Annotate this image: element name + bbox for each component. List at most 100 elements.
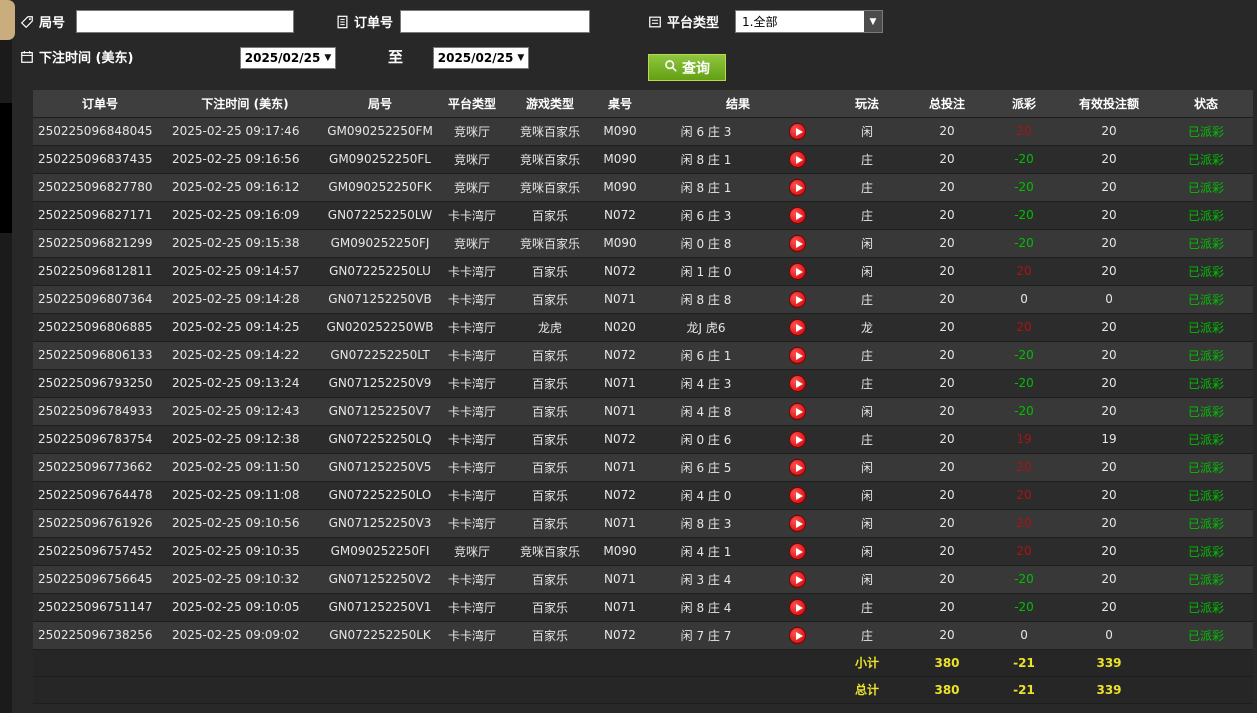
result-cell: 闲 3 庄 4 xyxy=(647,565,765,594)
bet-type-cell: 闲 xyxy=(829,537,906,566)
subtotal-valid-bet: 339 xyxy=(1059,649,1160,677)
platform-cell: 卡卡湾厅 xyxy=(437,285,507,314)
round-number-cell: GM090252250FL xyxy=(323,145,437,174)
result-cell: 闲 4 庄 8 xyxy=(647,397,765,426)
replay-play-icon[interactable] xyxy=(788,486,806,504)
bets-table-container: 订单号 下注时间 (美东) 局号 平台类型 游戏类型 桌号 结果 玩法 总投注 … xyxy=(33,90,1254,704)
status-cell: 已派彩 xyxy=(1159,537,1254,566)
column-header-bet-type: 玩法 xyxy=(829,90,906,118)
total-bet-cell: 20 xyxy=(905,425,990,454)
result-cell: 闲 6 庄 5 xyxy=(647,453,765,482)
replay-play-icon[interactable] xyxy=(788,542,806,560)
replay-play-icon[interactable] xyxy=(788,346,806,364)
game-type-cell: 百家乐 xyxy=(507,453,593,482)
replay-play-icon[interactable] xyxy=(788,206,806,224)
replay-play-icon[interactable] xyxy=(788,150,806,168)
total-bet-cell: 20 xyxy=(905,537,990,566)
replay-play-icon[interactable] xyxy=(788,598,806,616)
game-type-cell: 竞咪百家乐 xyxy=(507,117,593,146)
bet-row: 250225096807364 2025-02-25 09:14:28 GN07… xyxy=(33,285,1254,314)
bet-time-cell: 2025-02-25 09:10:32 xyxy=(167,565,323,594)
bet-time-label: 下注时间 (美东) xyxy=(39,51,134,66)
platform-cell: 卡卡湾厅 xyxy=(437,341,507,370)
platform-type-select[interactable]: 1.全部 ▼ xyxy=(735,10,883,33)
bet-row: 250225096751147 2025-02-25 09:10:05 GN07… xyxy=(33,593,1254,622)
bet-row: 250225096738256 2025-02-25 09:09:02 GN07… xyxy=(33,621,1254,650)
replay-play-icon[interactable] xyxy=(788,122,806,140)
replay-cell xyxy=(765,313,830,342)
replay-cell xyxy=(765,369,830,398)
bet-type-cell: 闲 xyxy=(829,453,906,482)
bet-type-cell: 闲 xyxy=(829,117,906,146)
bet-time-cell: 2025-02-25 09:17:46 xyxy=(167,117,323,146)
chevron-down-icon: ▼ xyxy=(324,53,332,63)
result-cell: 闲 1 庄 0 xyxy=(647,257,765,286)
column-header-table-no: 桌号 xyxy=(593,90,647,118)
order-number-cell: 250225096738256 xyxy=(33,621,167,650)
replay-play-icon[interactable] xyxy=(788,318,806,336)
total-bet-cell: 20 xyxy=(905,481,990,510)
replay-cell xyxy=(765,117,830,146)
status-cell: 已派彩 xyxy=(1159,481,1254,510)
table-number-cell: M090 xyxy=(593,229,647,258)
date-from-select[interactable]: 2025/02/25 ▼ xyxy=(240,47,336,69)
replay-play-icon[interactable] xyxy=(788,178,806,196)
status-cell: 已派彩 xyxy=(1159,621,1254,650)
round-number-input[interactable] xyxy=(76,10,294,33)
replay-cell xyxy=(765,453,830,482)
bet-time-cell: 2025-02-25 09:16:56 xyxy=(167,145,323,174)
result-cell: 闲 6 庄 3 xyxy=(647,117,765,146)
status-cell: 已派彩 xyxy=(1159,285,1254,314)
replay-play-icon[interactable] xyxy=(788,262,806,280)
round-number-cell: GN072252250LU xyxy=(323,257,437,286)
replay-play-icon[interactable] xyxy=(788,458,806,476)
replay-cell xyxy=(765,537,830,566)
sidebar-expand-handle[interactable] xyxy=(0,0,15,40)
game-type-cell: 百家乐 xyxy=(507,565,593,594)
payout-cell: -20 xyxy=(989,565,1060,594)
query-button[interactable]: 查询 xyxy=(648,54,726,81)
bet-row: 250225096827171 2025-02-25 09:16:09 GN07… xyxy=(33,201,1254,230)
column-header-result: 结果 xyxy=(647,90,830,118)
total-bet-cell: 20 xyxy=(905,593,990,622)
replay-cell xyxy=(765,173,830,202)
replay-play-icon[interactable] xyxy=(788,234,806,252)
replay-play-icon[interactable] xyxy=(788,626,806,644)
order-number-cell: 250225096773662 xyxy=(33,453,167,482)
replay-play-icon[interactable] xyxy=(788,374,806,392)
bet-time-cell: 2025-02-25 09:14:57 xyxy=(167,257,323,286)
result-cell: 闲 7 庄 7 xyxy=(647,621,765,650)
bet-time-cell: 2025-02-25 09:10:05 xyxy=(167,593,323,622)
table-number-cell: N072 xyxy=(593,425,647,454)
result-cell: 闲 0 庄 8 xyxy=(647,229,765,258)
platform-cell: 卡卡湾厅 xyxy=(437,453,507,482)
replay-play-icon[interactable] xyxy=(788,570,806,588)
result-cell: 闲 8 庄 1 xyxy=(647,145,765,174)
order-number-input[interactable] xyxy=(400,10,590,33)
game-type-cell: 百家乐 xyxy=(507,481,593,510)
bet-type-cell: 庄 xyxy=(829,173,906,202)
payout-cell: -20 xyxy=(989,229,1060,258)
payout-cell: 20 xyxy=(989,257,1060,286)
table-number-cell: N072 xyxy=(593,201,647,230)
bet-row: 250225096827780 2025-02-25 09:16:12 GM09… xyxy=(33,173,1254,202)
table-number-cell: N071 xyxy=(593,565,647,594)
replay-play-icon[interactable] xyxy=(788,402,806,420)
bet-row: 250225096773662 2025-02-25 09:11:50 GN07… xyxy=(33,453,1254,482)
total-valid-bet: 339 xyxy=(1059,676,1160,704)
round-number-cell: GN071252250V1 xyxy=(323,593,437,622)
order-number-cell: 250225096784933 xyxy=(33,397,167,426)
bet-time-cell: 2025-02-25 09:14:25 xyxy=(167,313,323,342)
platform-cell: 卡卡湾厅 xyxy=(437,369,507,398)
date-to-label: 至 xyxy=(388,48,404,66)
replay-play-icon[interactable] xyxy=(788,430,806,448)
subtotal-row: 小计 380 -21 339 xyxy=(33,649,1254,677)
valid-bet-cell: 20 xyxy=(1059,369,1160,398)
date-to-select[interactable]: 2025/02/25 ▼ xyxy=(433,47,529,69)
platform-cell: 卡卡湾厅 xyxy=(437,565,507,594)
round-number-cell: GN071252250V7 xyxy=(323,397,437,426)
replay-play-icon[interactable] xyxy=(788,514,806,532)
round-number-cell: GN072252250LK xyxy=(323,621,437,650)
replay-play-icon[interactable] xyxy=(788,290,806,308)
total-row: 总计 380 -21 339 xyxy=(33,676,1254,704)
